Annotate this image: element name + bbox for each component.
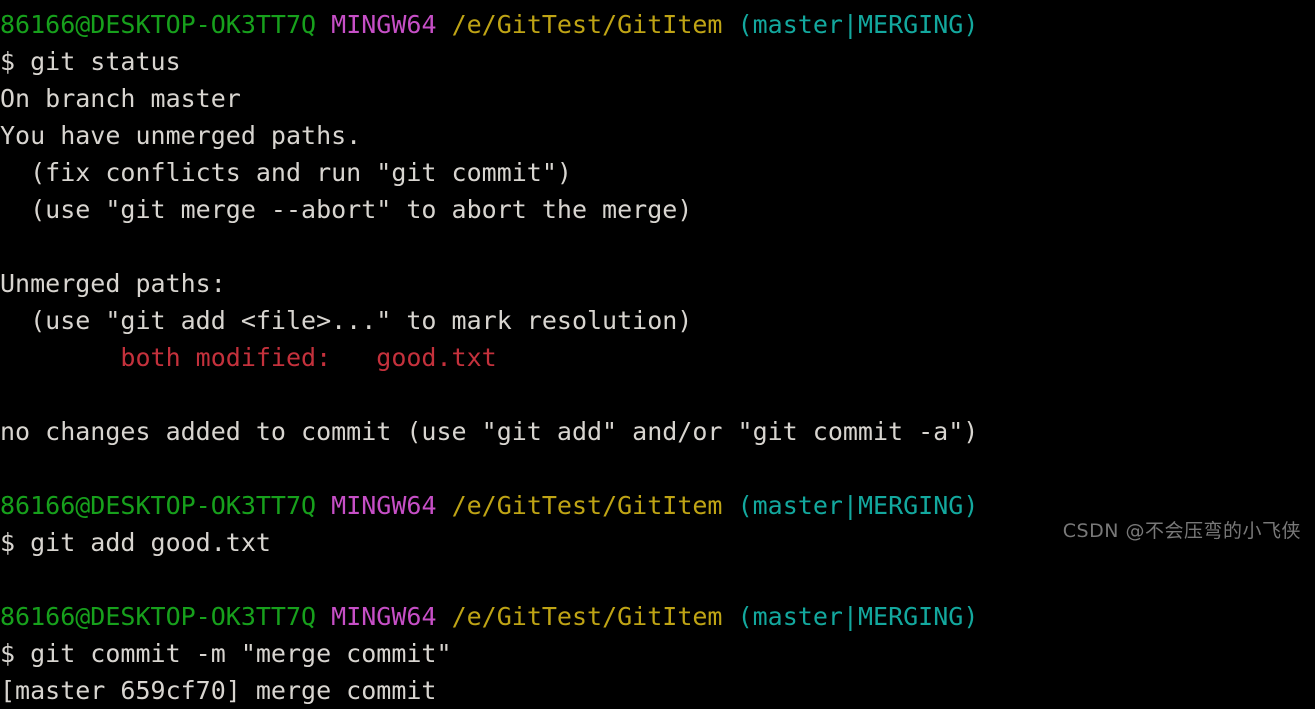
csdn-watermark: CSDN @不会压弯的小飞侠 xyxy=(1062,520,1301,542)
terminal-segment: /e/GitTest/GitItem xyxy=(451,602,723,631)
terminal-segment: MINGW64 xyxy=(331,491,437,520)
terminal-segment: MINGW64 xyxy=(331,10,437,39)
terminal-line-prompt: 86166@DESKTOP-OK3TT7Q MINGW64 /e/GitTest… xyxy=(0,6,1315,43)
terminal-line-output: (use "git add <file>..." to mark resolut… xyxy=(0,302,1315,339)
terminal-segment: 86166@DESKTOP-OK3TT7Q xyxy=(0,491,317,520)
terminal-segment: MINGW64 xyxy=(331,602,437,631)
terminal-segment: both modified: good.txt xyxy=(0,343,497,372)
terminal-segment: On branch master xyxy=(0,84,241,113)
terminal-segment: (fix conflicts and run "git commit") xyxy=(0,158,572,187)
terminal-line-output: Unmerged paths: xyxy=(0,265,1315,302)
terminal-segment: (master|MERGING) xyxy=(737,491,979,520)
terminal-segment: no changes added to commit (use "git add… xyxy=(0,417,979,446)
terminal-line-output: [master 659cf70] merge commit xyxy=(0,672,1315,709)
terminal-segment xyxy=(723,10,738,39)
terminal-window[interactable]: 86166@DESKTOP-OK3TT7Q MINGW64 /e/GitTest… xyxy=(0,0,1315,705)
terminal-line-output: (use "git merge --abort" to abort the me… xyxy=(0,191,1315,228)
terminal-segment xyxy=(723,491,738,520)
terminal-segment xyxy=(437,10,452,39)
terminal-segment: Unmerged paths: xyxy=(0,269,226,298)
terminal-segment: You have unmerged paths. xyxy=(0,121,362,150)
terminal-segment xyxy=(723,602,738,631)
terminal-screen[interactable]: 86166@DESKTOP-OK3TT7Q MINGW64 /e/GitTest… xyxy=(0,6,1315,709)
terminal-segment xyxy=(316,10,331,39)
terminal-segment: (master|MERGING) xyxy=(737,602,979,631)
terminal-segment: 86166@DESKTOP-OK3TT7Q xyxy=(0,10,317,39)
terminal-segment: /e/GitTest/GitItem xyxy=(451,491,723,520)
terminal-segment xyxy=(316,602,331,631)
terminal-segment: (use "git add <file>..." to mark resolut… xyxy=(0,306,693,335)
terminal-segment: (use "git merge --abort" to abort the me… xyxy=(0,195,693,224)
terminal-segment: $ git commit -m "merge commit" xyxy=(0,639,452,668)
terminal-line-output: (fix conflicts and run "git commit") xyxy=(0,154,1315,191)
terminal-line-prompt: 86166@DESKTOP-OK3TT7Q MINGW64 /e/GitTest… xyxy=(0,598,1315,635)
terminal-segment: /e/GitTest/GitItem xyxy=(451,10,723,39)
terminal-line-output: You have unmerged paths. xyxy=(0,117,1315,154)
terminal-segment xyxy=(437,602,452,631)
terminal-segment: 86166@DESKTOP-OK3TT7Q xyxy=(0,602,317,631)
terminal-segment: $ git status xyxy=(0,47,181,76)
terminal-segment: (master|MERGING) xyxy=(737,10,979,39)
terminal-segment: [master 659cf70] merge commit xyxy=(0,676,437,705)
terminal-line-command: $ git status xyxy=(0,43,1315,80)
terminal-line-output: both modified: good.txt xyxy=(0,339,1315,376)
terminal-segment: $ git add good.txt xyxy=(0,528,271,557)
terminal-line-output: no changes added to commit (use "git add… xyxy=(0,413,1315,450)
terminal-segment xyxy=(437,491,452,520)
terminal-line-output: On branch master xyxy=(0,80,1315,117)
terminal-line-command: $ git commit -m "merge commit" xyxy=(0,635,1315,672)
terminal-segment xyxy=(316,491,331,520)
